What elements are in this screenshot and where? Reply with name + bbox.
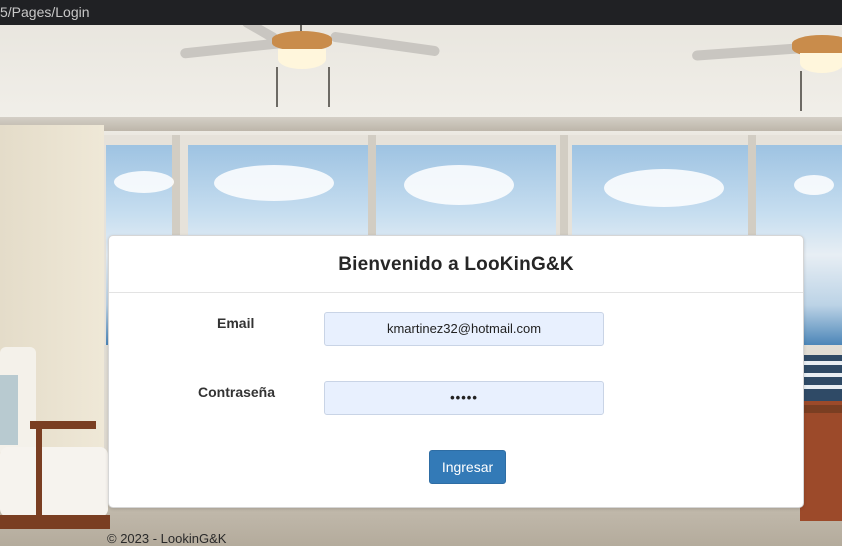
ceiling-beam xyxy=(0,117,842,131)
footer-copyright: © 2023 - LookinG&K xyxy=(107,531,227,546)
armchair-icon xyxy=(0,347,110,529)
login-card: Bienvenido a LooKinG&K Email kmartinez32… xyxy=(108,235,804,508)
email-label: Email xyxy=(217,315,255,331)
browser-url-bar[interactable]: 5/Pages/Login xyxy=(0,0,842,25)
page-title: Bienvenido a LooKinG&K xyxy=(338,253,574,275)
password-label: Contraseña xyxy=(198,384,276,400)
sofa-icon xyxy=(800,355,842,521)
login-card-header: Bienvenido a LooKinG&K xyxy=(109,236,803,293)
url-text: 5/Pages/Login xyxy=(0,4,90,20)
email-field[interactable]: kmartinez32@hotmail.com xyxy=(324,312,604,346)
login-submit-button[interactable]: Ingresar xyxy=(429,450,506,484)
password-field[interactable]: ••••• xyxy=(324,381,604,415)
